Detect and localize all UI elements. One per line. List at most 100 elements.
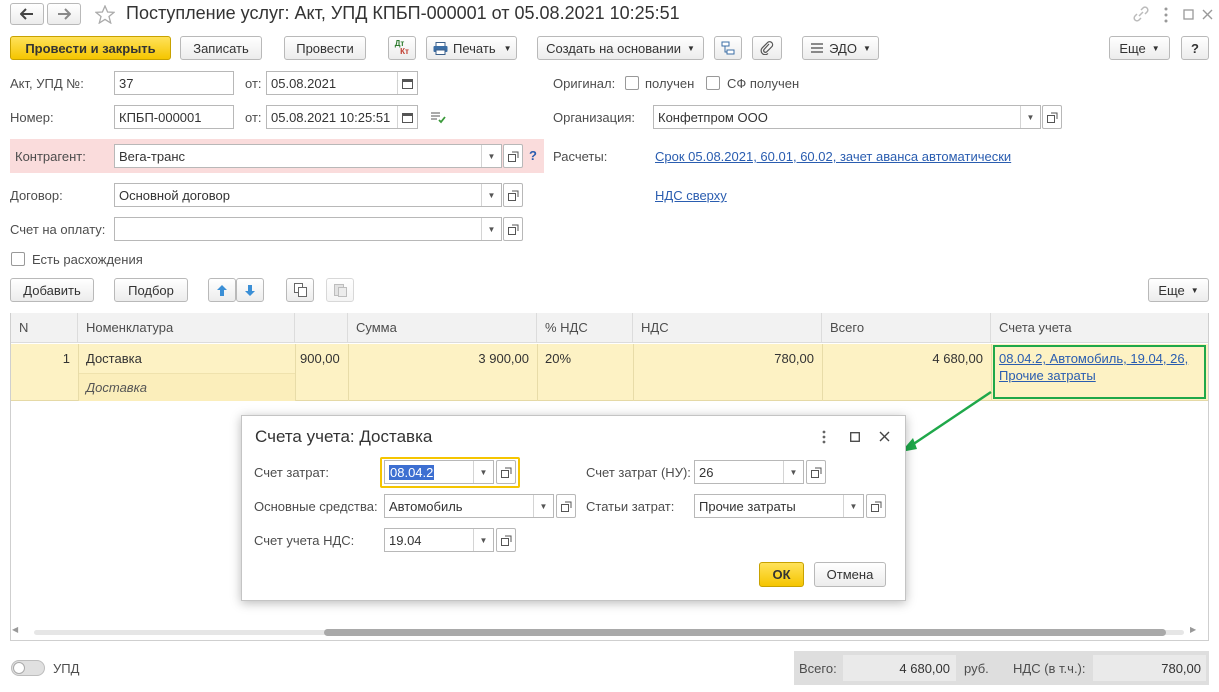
horizontal-scrollbar[interactable]: ◀ ▶	[12, 625, 1197, 636]
back-button[interactable]	[10, 3, 44, 25]
invoice-label: Счет на оплату:	[10, 222, 106, 237]
more-vertical-icon[interactable]	[1163, 7, 1169, 23]
contract-field[interactable]: Основной договор ▼	[114, 183, 502, 207]
create-based-on-button[interactable]: Создать на основании ▼	[537, 36, 704, 60]
move-down-button[interactable]	[236, 278, 264, 302]
contract-open-button[interactable]	[503, 183, 523, 207]
chevron-down-icon: ▼	[503, 43, 512, 53]
settlements-label: Расчеты:	[553, 149, 608, 164]
fixed-assets-field[interactable]: Автомобиль ▼	[384, 494, 554, 518]
total-value: 4 680,00	[899, 661, 950, 676]
cell-sum: 3 900,00	[478, 351, 529, 366]
act-number-label: Акт, УПД №:	[10, 76, 84, 91]
act-number-field[interactable]: 37	[114, 71, 234, 95]
column-header-nomenclature[interactable]: Номенклатура	[78, 313, 295, 343]
print-button[interactable]: Печать ▼	[426, 36, 517, 60]
attach-button[interactable]	[752, 36, 782, 60]
chevron-down-icon[interactable]: ▼	[481, 218, 501, 240]
original-received-checkbox[interactable]	[625, 76, 639, 90]
pick-button[interactable]: Подбор	[114, 278, 188, 302]
cost-items-open-button[interactable]	[866, 494, 886, 518]
save-button[interactable]: Записать	[180, 36, 262, 60]
chevron-down-icon[interactable]: ▼	[481, 145, 501, 167]
cost-items-field[interactable]: Прочие затраты ▼	[694, 494, 864, 518]
post-and-close-button[interactable]: Провести и закрыть	[10, 36, 171, 60]
close-icon[interactable]	[879, 431, 890, 442]
number-field[interactable]: КПБП-000001	[114, 105, 234, 129]
copy-row-button[interactable]	[286, 278, 314, 302]
column-header-vat[interactable]: НДС	[633, 313, 822, 343]
scroll-left-icon[interactable]: ◀	[12, 625, 18, 634]
chevron-down-icon[interactable]: ▼	[481, 184, 501, 206]
post-button[interactable]: Провести	[284, 36, 366, 60]
cost-account-value: 08.04.2	[389, 464, 435, 480]
scroll-right-icon[interactable]: ▶	[1190, 625, 1196, 634]
close-icon[interactable]	[1202, 9, 1213, 20]
ok-button[interactable]: ОК	[759, 562, 804, 587]
sf-received-checkbox[interactable]	[706, 76, 720, 90]
paste-button[interactable]	[326, 278, 354, 302]
arrow-left-icon	[20, 8, 33, 20]
scrollbar-thumb[interactable]	[324, 629, 1166, 636]
discrepancy-checkbox[interactable]	[11, 252, 25, 266]
cell-accounts-link-line2[interactable]: Прочие затраты	[999, 368, 1096, 383]
vat-account-open-button[interactable]	[496, 528, 516, 552]
forward-button[interactable]	[47, 3, 81, 25]
help-button[interactable]: ?	[1181, 36, 1209, 60]
more-vertical-icon[interactable]	[821, 430, 827, 444]
column-header-n[interactable]: N	[11, 313, 78, 343]
sf-received-label: СФ получен	[727, 76, 800, 91]
star-icon[interactable]	[95, 5, 115, 24]
chevron-down-icon[interactable]: ▼	[1020, 106, 1040, 128]
cost-account-open-button[interactable]	[496, 460, 516, 484]
edo-button[interactable]: ЭДО ▼	[802, 36, 879, 60]
counterparty-help-icon[interactable]: ?	[529, 148, 537, 163]
column-header-sum[interactable]: Сумма	[348, 313, 537, 343]
chevron-down-icon[interactable]: ▼	[843, 495, 863, 517]
act-date-field[interactable]: 05.08.2021	[266, 71, 418, 95]
add-row-button[interactable]: Добавить	[10, 278, 94, 302]
cost-account-field[interactable]: 08.04.2 ▼	[384, 460, 494, 484]
chevron-down-icon[interactable]: ▼	[783, 461, 803, 483]
number-datetime-field[interactable]: 05.08.2021 10:25:51	[266, 105, 418, 129]
calendar-icon[interactable]	[397, 106, 417, 128]
link-icon[interactable]	[1132, 6, 1150, 22]
structure-button[interactable]	[714, 36, 742, 60]
cost-items-label: Статьи затрат:	[586, 499, 675, 514]
column-header-vat-rate[interactable]: % НДС	[537, 313, 633, 343]
calendar-icon[interactable]	[397, 72, 417, 94]
cell-accounts-link-line1[interactable]: 08.04.2, Автомобиль, 19.04, 26,	[999, 351, 1188, 366]
upd-toggle[interactable]	[11, 660, 45, 676]
maximize-icon[interactable]	[850, 432, 860, 442]
move-up-button[interactable]	[208, 278, 236, 302]
column-header-accounts[interactable]: Счета учета	[991, 313, 1208, 343]
vat-account-field[interactable]: 19.04 ▼	[384, 528, 494, 552]
chevron-down-icon[interactable]: ▼	[473, 529, 493, 551]
cell-n: 1	[62, 351, 70, 366]
more-button[interactable]: Еще ▼	[1109, 36, 1170, 60]
settlements-link[interactable]: Срок 05.08.2021, 60.01, 60.02, зачет ава…	[655, 149, 1011, 164]
cancel-button[interactable]: Отмена	[814, 562, 886, 587]
maximize-icon[interactable]	[1183, 9, 1194, 20]
kt-label: Кт	[400, 47, 409, 56]
vat-on-top-link[interactable]: НДС сверху	[655, 188, 727, 203]
number-value: КПБП-000001	[119, 109, 202, 125]
invoice-field[interactable]: ▼	[114, 217, 502, 241]
organization-field[interactable]: Конфетпром ООО ▼	[653, 105, 1041, 129]
table-more-button[interactable]: Еще ▼	[1148, 278, 1209, 302]
chevron-down-icon[interactable]: ▼	[473, 461, 493, 483]
dt-kt-button[interactable]: Дт Кт	[388, 36, 416, 60]
chevron-down-icon[interactable]: ▼	[533, 495, 553, 517]
column-header-price[interactable]	[295, 313, 348, 343]
column-header-total[interactable]: Всего	[822, 313, 991, 343]
organization-open-button[interactable]	[1042, 105, 1062, 129]
counterparty-field[interactable]: Вега-транс ▼	[114, 144, 502, 168]
invoice-open-button[interactable]	[503, 217, 523, 241]
cost-account-tax-open-button[interactable]	[806, 460, 826, 484]
document-check-icon[interactable]	[430, 110, 446, 124]
fixed-assets-open-button[interactable]	[556, 494, 576, 518]
counterparty-open-button[interactable]	[503, 144, 523, 168]
act-number-value: 37	[119, 75, 134, 91]
cell-divider	[537, 344, 538, 401]
cost-account-tax-field[interactable]: 26 ▼	[694, 460, 804, 484]
